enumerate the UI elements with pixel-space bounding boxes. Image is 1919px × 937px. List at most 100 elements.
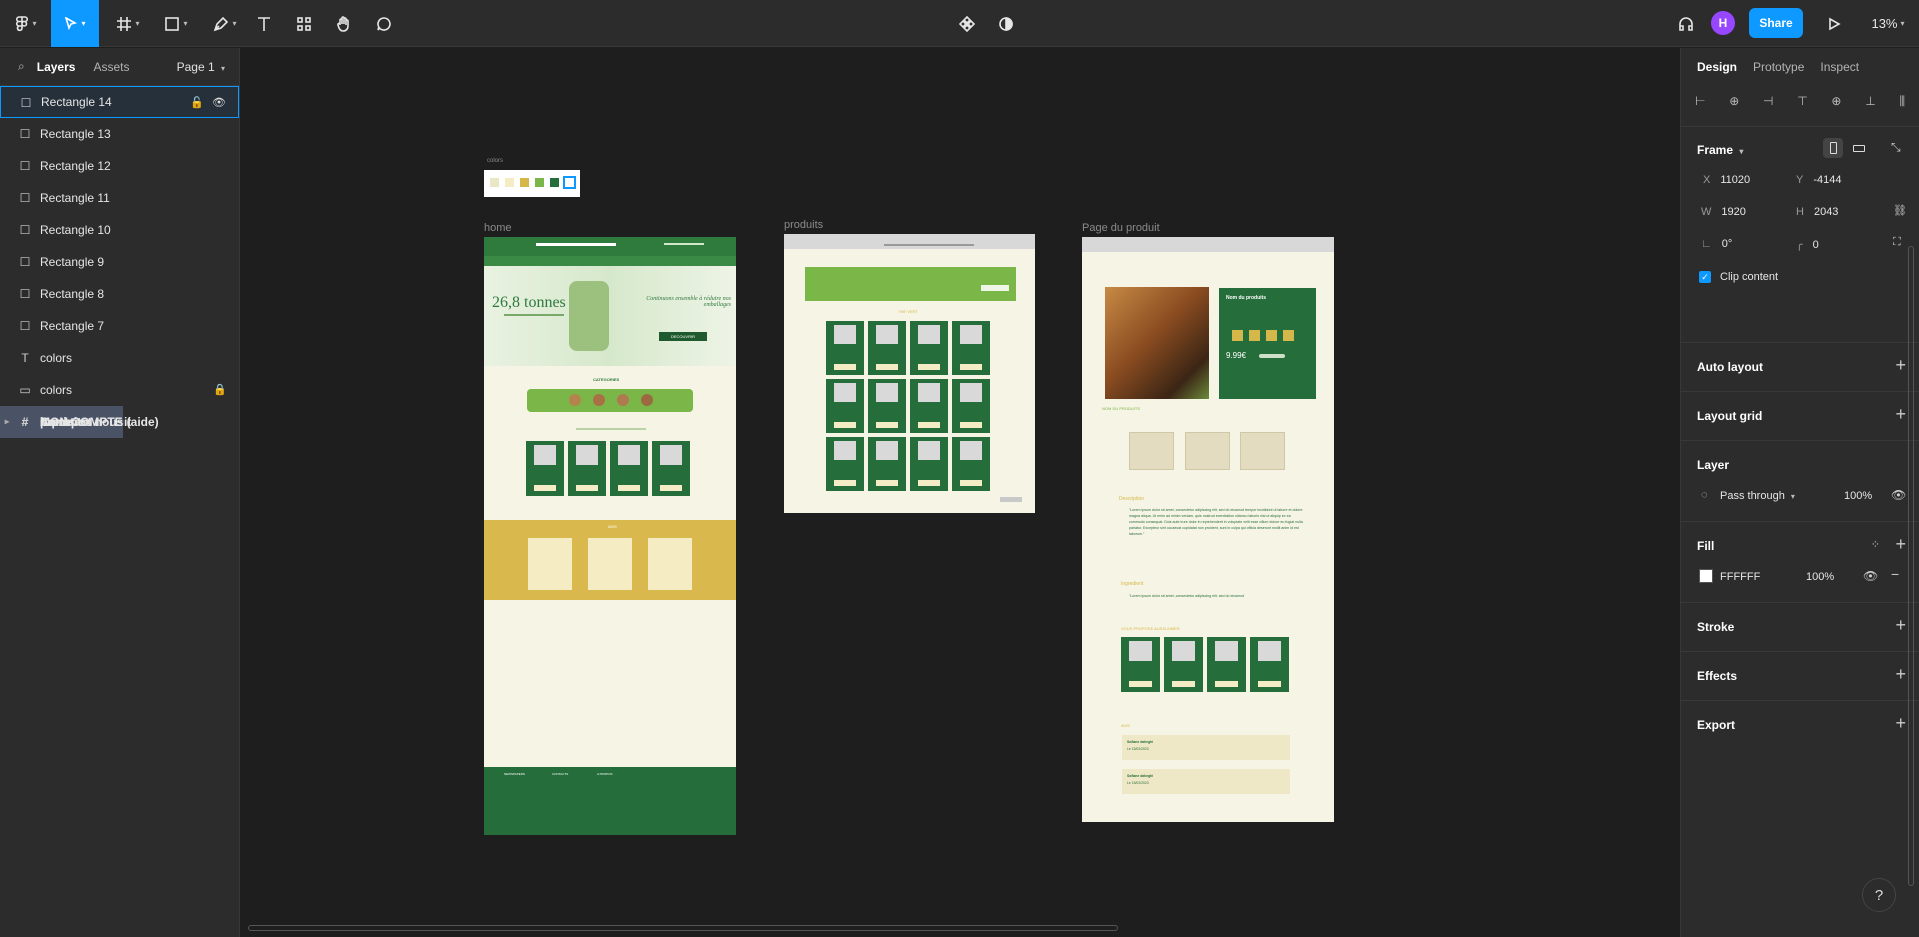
product-card[interactable] [868, 321, 906, 375]
product-card[interactable] [610, 441, 648, 496]
product-card[interactable] [1207, 637, 1246, 692]
swatch[interactable] [505, 178, 514, 187]
product-card[interactable] [868, 379, 906, 433]
tab-layers[interactable]: Layers [37, 60, 76, 74]
frame-tool-button[interactable]: ▾ [110, 0, 146, 47]
remove-fill-icon[interactable]: − [1891, 566, 1899, 582]
add-to-cart-button[interactable] [1257, 681, 1282, 687]
add-layout-grid-icon[interactable]: + [1895, 404, 1906, 425]
layer-row[interactable]: ☐ Rectangle 12 [0, 150, 239, 182]
layer-row[interactable]: ▸ # home [0, 406, 72, 438]
page-produit-frame[interactable]: Nom du produits 9.99€ NOM DU PRODUITS De… [1082, 237, 1334, 822]
expand-arrow-icon[interactable]: ▸ [5, 417, 9, 426]
swatch[interactable] [520, 178, 529, 187]
x-field[interactable]: X 11020 [1703, 174, 1750, 186]
product-card[interactable] [652, 441, 690, 496]
constrain-proportions-icon[interactable]: ⛓ [1893, 204, 1907, 217]
resources-button[interactable] [292, 0, 316, 47]
main-menu-button[interactable]: ▾ [8, 0, 44, 47]
colors-frame[interactable] [484, 170, 580, 197]
footer-link[interactable]: CONTACTS [552, 772, 568, 776]
option-swatch[interactable] [1232, 330, 1243, 341]
unlock-icon[interactable]: 🔓 [190, 96, 204, 109]
fill-swatch[interactable] [1699, 569, 1713, 583]
add-to-cart-button[interactable] [1128, 681, 1153, 687]
layer-row[interactable]: ☐ Rectangle 14 🔓 👁 [0, 86, 239, 118]
align-middle-v-icon[interactable]: ⊕ [1831, 94, 1841, 108]
landscape-button[interactable] [1849, 138, 1869, 158]
product-card[interactable] [826, 379, 864, 433]
theme-toggle-button[interactable] [994, 0, 1018, 47]
tab-design[interactable]: Design [1697, 60, 1737, 74]
product-card[interactable] [568, 441, 606, 496]
footer-link[interactable]: NEWSPAPERS [504, 772, 525, 776]
frame-label-colors[interactable]: colors [487, 158, 503, 164]
add-to-cart-button[interactable] [917, 364, 941, 370]
pen-tool-button[interactable]: ▾ [207, 0, 243, 47]
share-button[interactable]: Share [1749, 8, 1803, 38]
product-card[interactable] [910, 379, 948, 433]
product-card[interactable] [952, 437, 990, 491]
align-center-h-icon[interactable]: ⊕ [1729, 94, 1739, 108]
tab-assets[interactable]: Assets [93, 60, 129, 74]
add-to-cart-button[interactable] [833, 422, 857, 428]
swatch[interactable] [550, 178, 559, 187]
variant-card[interactable] [1129, 432, 1174, 470]
tab-inspect[interactable]: Inspect [1820, 60, 1859, 74]
add-to-cart-button[interactable] [617, 485, 641, 491]
category-icon[interactable] [593, 394, 605, 406]
frame-title[interactable]: Frame ▾ [1697, 143, 1743, 157]
radius-field[interactable]: ╭ 0 [1796, 238, 1819, 251]
add-to-cart-button[interactable] [917, 422, 941, 428]
add-to-cart-button[interactable] [875, 422, 899, 428]
page-selector[interactable]: Page 1 ▾ [177, 60, 225, 74]
product-card[interactable] [868, 437, 906, 491]
add-to-cart-button[interactable] [833, 480, 857, 486]
variant-card[interactable] [1240, 432, 1285, 470]
layer-row[interactable]: ☐ Rectangle 13 [0, 118, 239, 150]
layer-row[interactable]: ☐ Rectangle 8 [0, 278, 239, 310]
variant-card[interactable] [1185, 432, 1230, 470]
add-to-cart-button[interactable] [659, 485, 683, 491]
add-to-cart-button[interactable] [533, 485, 557, 491]
layer-row[interactable]: ☐ Rectangle 7 [0, 310, 239, 342]
product-card[interactable] [952, 379, 990, 433]
add-to-cart-button[interactable] [959, 364, 983, 370]
h-field[interactable]: H 2043 [1796, 206, 1838, 218]
tab-prototype[interactable]: Prototype [1753, 60, 1804, 74]
add-to-cart-button[interactable] [917, 480, 941, 486]
frame-label-page-produit[interactable]: Page du produit [1082, 222, 1160, 234]
present-button[interactable] [1822, 0, 1846, 47]
add-stroke-icon[interactable]: + [1895, 615, 1906, 636]
frame-label-home[interactable]: home [484, 222, 512, 234]
move-tool-button[interactable]: ▾ [51, 0, 99, 47]
zoom-menu[interactable]: 13% ▾ [1866, 0, 1910, 47]
eye-icon[interactable]: 👁 [1863, 569, 1878, 583]
product-card[interactable] [1250, 637, 1289, 692]
blend-mode-select[interactable]: Pass through ▾ [1720, 490, 1795, 502]
audio-button[interactable] [1674, 0, 1698, 47]
swatch[interactable] [490, 178, 499, 187]
help-button[interactable]: ? [1862, 878, 1896, 912]
add-fill-icon[interactable]: + [1895, 534, 1906, 555]
user-avatar[interactable]: H [1711, 11, 1735, 35]
align-left-icon[interactable]: ⊢ [1695, 94, 1705, 108]
add-to-cart-button[interactable] [575, 485, 599, 491]
search-icon[interactable]: ⌕ [18, 59, 25, 74]
category-icon[interactable] [641, 394, 653, 406]
category-icon[interactable] [617, 394, 629, 406]
add-to-cart-button[interactable] [959, 480, 983, 486]
layer-opacity[interactable]: 100% [1844, 490, 1872, 502]
product-card[interactable] [910, 321, 948, 375]
footer-link[interactable]: A PROPOS [597, 772, 613, 776]
product-card[interactable] [910, 437, 948, 491]
product-card[interactable] [1164, 637, 1203, 692]
w-field[interactable]: W 1920 [1701, 206, 1746, 218]
add-to-cart-button[interactable] [875, 364, 899, 370]
layer-row[interactable]: ☐ Rectangle 9 [0, 246, 239, 278]
text-tool-button[interactable] [252, 0, 276, 47]
filter-button[interactable] [981, 285, 1009, 291]
swatch-selected[interactable] [563, 176, 576, 189]
add-export-icon[interactable]: + [1895, 713, 1906, 734]
add-to-cart-button[interactable] [1214, 681, 1239, 687]
